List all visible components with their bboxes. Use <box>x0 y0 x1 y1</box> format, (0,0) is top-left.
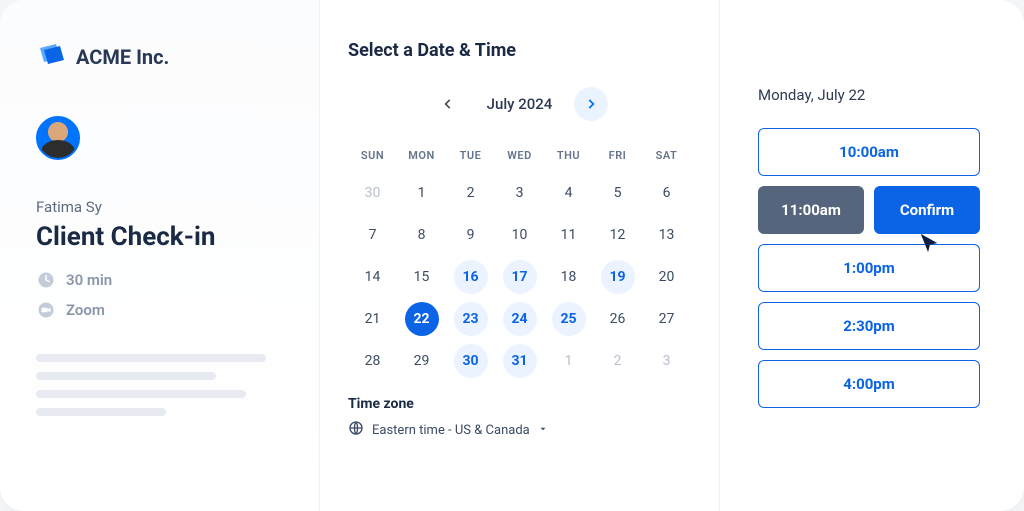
calendar-day-available[interactable]: 24 <box>495 298 544 340</box>
timeslot-selected[interactable]: 11:00am <box>758 186 864 234</box>
calendar-day: 9 <box>446 214 495 256</box>
location-text: Zoom <box>66 301 105 319</box>
calendar-day-available[interactable]: 19 <box>593 256 642 298</box>
calendar-day: 7 <box>348 214 397 256</box>
week-row: 30123456 <box>348 172 691 214</box>
calendar-day: 13 <box>642 214 691 256</box>
timeslot[interactable]: 4:00pm <box>758 360 980 408</box>
calendar-day: 15 <box>397 256 446 298</box>
timezone-label: Time zone <box>348 396 691 412</box>
timeslot[interactable]: 2:30pm <box>758 302 980 350</box>
calendar-day: 21 <box>348 298 397 340</box>
duration-text: 30 min <box>66 271 112 289</box>
timezone-value: Eastern time - US & Canada <box>372 423 530 438</box>
chevron-down-icon <box>538 423 548 438</box>
calendar-day-available[interactable]: 17 <box>495 256 544 298</box>
week-row: 21222324252627 <box>348 298 691 340</box>
confirm-button[interactable]: Confirm <box>874 186 980 234</box>
calendar-day: 18 <box>544 256 593 298</box>
skeleton-line <box>36 354 266 362</box>
timeslot-selected-row: 11:00amConfirm <box>758 186 980 234</box>
cursor-icon <box>918 232 940 258</box>
calendar-day: 27 <box>642 298 691 340</box>
skeleton-line <box>36 372 216 380</box>
week-row: 78910111213 <box>348 214 691 256</box>
calendar-day: 1 <box>397 172 446 214</box>
prev-month-button[interactable] <box>431 87 465 121</box>
calendar-day: 8 <box>397 214 446 256</box>
dow: MON <box>397 143 446 172</box>
calendar-heading: Select a Date & Time <box>348 40 691 61</box>
calendar-day-selected[interactable]: 22 <box>397 298 446 340</box>
selected-date-label: Monday, July 22 <box>758 86 980 104</box>
video-icon <box>36 300 56 320</box>
next-month-button[interactable] <box>574 87 608 121</box>
calendar-day: 30 <box>348 172 397 214</box>
calendar-day: 4 <box>544 172 593 214</box>
duration-row: 30 min <box>36 270 283 290</box>
calendar-day: 11 <box>544 214 593 256</box>
description-skeleton <box>36 354 283 416</box>
week-row: 14151617181920 <box>348 256 691 298</box>
dow: TUE <box>446 143 495 172</box>
dow: FRI <box>593 143 642 172</box>
globe-icon <box>348 420 364 440</box>
calendar-day-available[interactable]: 16 <box>446 256 495 298</box>
booking-app: ACME Inc. Fatima Sy Client Check-in 30 m… <box>0 0 1024 511</box>
calendar-day: 10 <box>495 214 544 256</box>
calendar-day: 3 <box>495 172 544 214</box>
calendar-day: 2 <box>446 172 495 214</box>
calendar-day: 5 <box>593 172 642 214</box>
calendar-day: 3 <box>642 340 691 382</box>
calendar-day: 6 <box>642 172 691 214</box>
timeslot-panel: Monday, July 22 10:00am 11:00amConfirm 1:0… <box>720 0 1024 511</box>
timeslot[interactable]: 10:00am <box>758 128 980 176</box>
calendar-day: 20 <box>642 256 691 298</box>
calendar-day-available[interactable]: 25 <box>544 298 593 340</box>
calendar-day: 28 <box>348 340 397 382</box>
dow-row: SUN MON TUE WED THU FRI SAT <box>348 143 691 172</box>
dow: SUN <box>348 143 397 172</box>
calendar-day: 2 <box>593 340 642 382</box>
sidebar: ACME Inc. Fatima Sy Client Check-in 30 m… <box>0 0 320 511</box>
calendar-day: 14 <box>348 256 397 298</box>
avatar <box>36 116 80 160</box>
brand-name: ACME Inc. <box>76 45 169 69</box>
calendar-day-available[interactable]: 23 <box>446 298 495 340</box>
timeslot[interactable]: 1:00pm <box>758 244 980 292</box>
dow: WED <box>495 143 544 172</box>
calendar-panel: Select a Date & Time July 2024 SUN MON T… <box>320 0 720 511</box>
skeleton-line <box>36 408 166 416</box>
brand: ACME Inc. <box>36 40 283 74</box>
month-nav: July 2024 <box>348 87 691 121</box>
meeting-title: Client Check-in <box>36 222 283 252</box>
host-name: Fatima Sy <box>36 198 283 216</box>
brand-logo-icon <box>36 40 66 74</box>
calendar-day: 12 <box>593 214 642 256</box>
dow: THU <box>544 143 593 172</box>
calendar-day-available[interactable]: 30 <box>446 340 495 382</box>
week-row: 28293031123 <box>348 340 691 382</box>
month-label: July 2024 <box>487 95 553 113</box>
calendar-day: 29 <box>397 340 446 382</box>
clock-icon <box>36 270 56 290</box>
skeleton-line <box>36 390 246 398</box>
calendar-day: 26 <box>593 298 642 340</box>
calendar-day-available[interactable]: 31 <box>495 340 544 382</box>
timezone-selector[interactable]: Eastern time - US & Canada <box>348 420 691 440</box>
dow: SAT <box>642 143 691 172</box>
calendar-day: 1 <box>544 340 593 382</box>
calendar-grid: 3012345678910111213141516171819202122232… <box>348 172 691 382</box>
slot-list: 10:00am 11:00amConfirm 1:00pm 2:30pm 4:00pm <box>758 128 980 408</box>
location-row: Zoom <box>36 300 283 320</box>
